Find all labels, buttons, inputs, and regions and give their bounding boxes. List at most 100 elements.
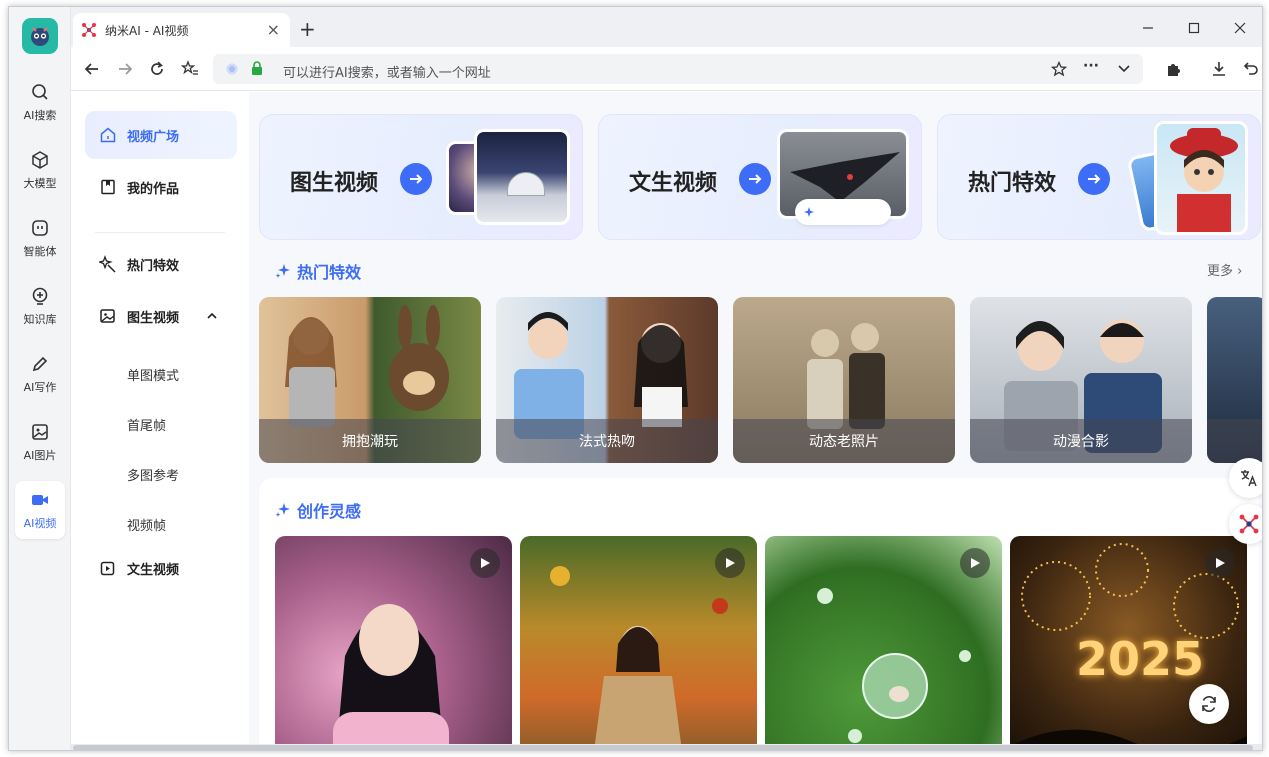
sidenav-sub-first-last-frame[interactable]: 首尾帧	[127, 415, 166, 434]
rail-item-video[interactable]: AI视频	[15, 481, 65, 539]
arrow-right-icon	[119, 63, 133, 75]
browser-window: AI搜索 大模型 智能体 知识库 AI写作 AI图片 AI视频 纳米AI - A…	[8, 6, 1263, 751]
effect-card-french-kiss[interactable]: 法式热吻	[496, 297, 718, 463]
sidenav-sub-multi-image[interactable]: 多图参考	[127, 465, 179, 484]
address-more-button[interactable]: ···	[1083, 58, 1099, 74]
rail-item-ai-search[interactable]: AI搜索	[15, 73, 65, 131]
sidenav-text-to-video[interactable]: 文生视频	[85, 544, 237, 592]
video-add-icon	[100, 561, 115, 576]
sidenav-my-works[interactable]: 我的作品	[85, 163, 237, 211]
arrow-left-icon	[84, 63, 98, 75]
rail-item-image[interactable]: AI图片	[15, 413, 65, 471]
rail-label: 知识库	[23, 312, 57, 326]
tab-bar: 纳米AI - AI视频 × +	[71, 7, 1262, 47]
search-icon	[32, 83, 48, 100]
chevron-down-icon[interactable]	[1117, 63, 1131, 75]
app-logo[interactable]	[22, 18, 58, 54]
fireworks-year-text: 2025	[1076, 632, 1205, 686]
rail-item-knowledge[interactable]: 知识库	[15, 277, 65, 335]
puzzle-icon	[1168, 64, 1180, 76]
download-icon	[1213, 62, 1225, 76]
sidenav-sub-video-frame[interactable]: 视频帧	[127, 515, 166, 534]
favorites-button[interactable]	[179, 58, 201, 80]
download-button[interactable]	[1208, 58, 1230, 80]
site-indicator-icon	[226, 63, 238, 75]
tab-title: 纳米AI - AI视频	[105, 23, 189, 38]
lock-icon	[252, 61, 262, 75]
inspiration-video-girl-pink[interactable]	[275, 536, 512, 750]
refresh-cycle-icon	[1202, 696, 1216, 712]
robot-logo-icon	[31, 27, 49, 46]
hero-card-hot-effects[interactable]: 热门特效	[937, 114, 1261, 240]
rail-label: AI视频	[23, 516, 57, 530]
play-button[interactable]	[1205, 548, 1235, 578]
sidenav-label: 视频广场	[127, 129, 180, 145]
rail-label: AI搜索	[23, 108, 57, 122]
rail-label: 智能体	[23, 244, 57, 258]
back-button[interactable]	[81, 58, 103, 80]
sidenav-hot-effects[interactable]: 热门特效	[85, 240, 237, 288]
hero-card-image-to-video[interactable]: 图生视频	[259, 114, 583, 240]
sidenav-image-to-video[interactable]: 图生视频	[85, 292, 237, 340]
effect-card-anime-group[interactable]: 动漫合影	[970, 297, 1192, 463]
translate-icon	[1241, 470, 1257, 487]
play-button[interactable]	[715, 548, 745, 578]
effect-card-old-photo[interactable]: 动态老照片	[733, 297, 955, 463]
inspiration-title: 创作灵感	[275, 498, 361, 522]
effect-card-partial[interactable]	[1207, 297, 1262, 463]
hero-label: 热门特效	[968, 171, 1057, 196]
effect-caption-partial	[1207, 419, 1262, 463]
home-icon	[100, 127, 116, 143]
star-list-icon	[181, 60, 198, 75]
hero-label: 文生视频	[629, 171, 718, 196]
close-window-button[interactable]	[1229, 17, 1251, 39]
effect-card-hug-toy[interactable]: 拥抱潮玩	[259, 297, 481, 463]
nano-ai-assistant-button[interactable]	[1229, 504, 1262, 544]
browser-tab[interactable]: 纳米AI - AI视频 ×	[73, 13, 290, 47]
navigation-bar: 可以进行AI搜索，或者输入一个网址 ···	[71, 47, 1262, 91]
sparkle-wand-icon	[99, 255, 116, 273]
translate-button[interactable]	[1229, 458, 1262, 498]
address-placeholder: 可以进行AI搜索，或者输入一个网址	[283, 66, 491, 81]
close-icon	[1234, 22, 1246, 34]
maximize-icon	[1188, 22, 1200, 34]
undo-button[interactable]	[1240, 58, 1262, 80]
refresh-button[interactable]	[146, 58, 168, 80]
play-icon	[726, 558, 735, 568]
more-link[interactable]: 更多 ›	[1207, 260, 1242, 279]
inspiration-video-autumn[interactable]	[520, 536, 757, 750]
minimize-icon	[1143, 27, 1153, 29]
rail-item-model[interactable]: 大模型	[15, 141, 65, 199]
extensions-button[interactable]	[1163, 58, 1185, 80]
refresh-feed-button[interactable]	[1189, 684, 1229, 724]
hero-card-text-to-video[interactable]: 文生视频	[598, 114, 922, 240]
tab-close-button[interactable]: ×	[267, 22, 280, 38]
sidenav-video-square[interactable]: 视频广场	[85, 111, 237, 159]
chevron-up-icon[interactable]	[207, 311, 217, 321]
hero-thumb-moon-base	[474, 129, 570, 225]
new-tab-button[interactable]: +	[299, 19, 316, 39]
sidenav-sub-single-image[interactable]: 单图模式	[127, 365, 179, 384]
rail-item-writing[interactable]: AI写作	[15, 345, 65, 403]
image-plus-icon	[100, 309, 115, 323]
address-bar[interactable]: 可以进行AI搜索，或者输入一个网址 ···	[213, 54, 1143, 84]
bookmark-star-icon[interactable]	[1051, 61, 1067, 77]
effect-caption: 动漫合影	[970, 419, 1192, 463]
play-button[interactable]	[470, 548, 500, 578]
bookmark-book-icon	[101, 179, 115, 195]
sparkle-icon	[275, 503, 290, 517]
forward-button[interactable]	[114, 58, 136, 80]
agent-icon	[32, 219, 48, 236]
nano-ai-logo-icon	[1239, 514, 1259, 534]
scrollbar-thumb[interactable]	[73, 745, 1253, 750]
maximize-button[interactable]	[1183, 17, 1205, 39]
pen-icon	[32, 356, 48, 371]
nano-ai-favicon-icon	[82, 23, 96, 37]
play-button[interactable]	[960, 548, 990, 578]
effect-caption: 拥抱潮玩	[259, 419, 481, 463]
hero-prompt-pill	[795, 199, 891, 225]
rail-item-agent[interactable]: 智能体	[15, 209, 65, 267]
inspiration-video-dewdrop[interactable]	[765, 536, 1002, 750]
minimize-button[interactable]	[1137, 17, 1159, 39]
horizontal-scrollbar[interactable]	[71, 744, 1262, 750]
